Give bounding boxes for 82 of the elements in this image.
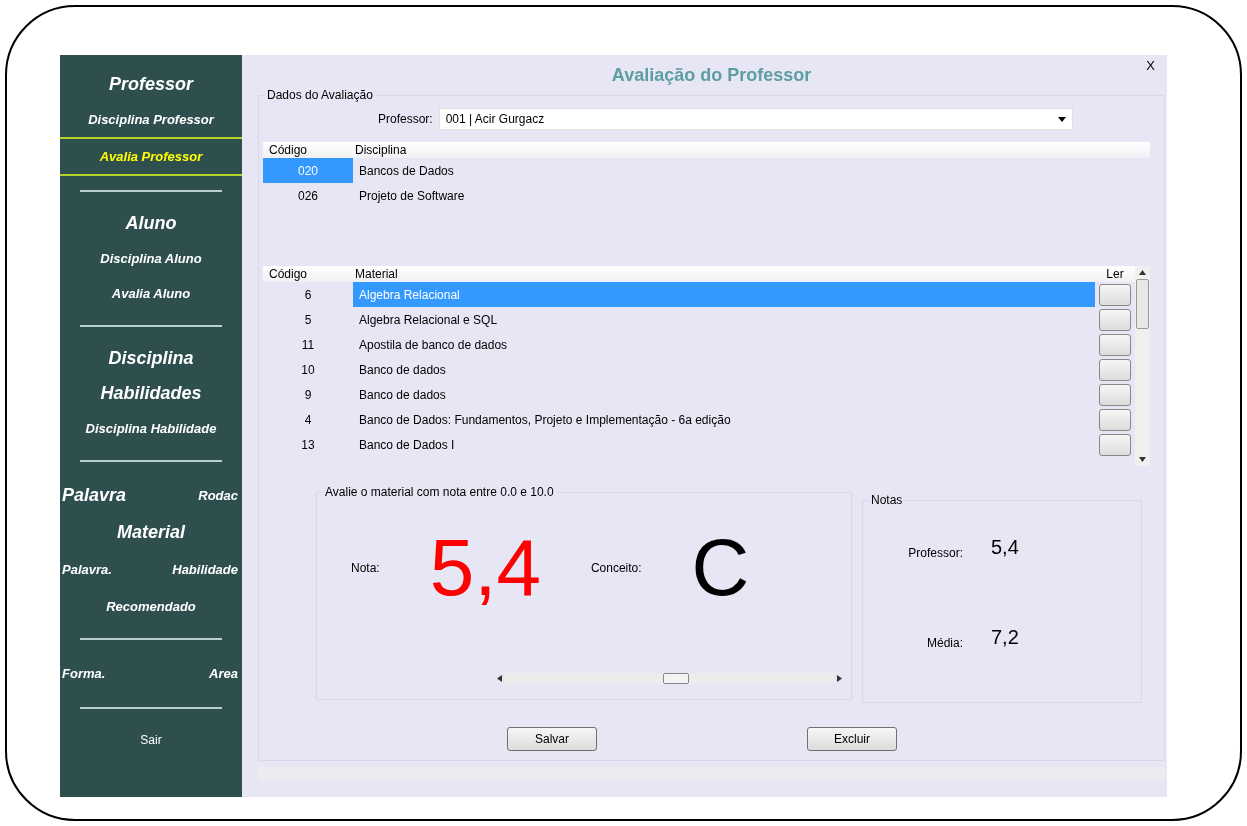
- sidebar-item[interactable]: Disciplina Professor: [60, 102, 242, 137]
- table-cell-text: 13: [300, 437, 316, 452]
- window-title: Avaliação do Professor: [611, 64, 812, 86]
- group-title: Notas: [869, 493, 905, 507]
- group-title: Avalie o material com nota entre 0.0 e 10.0: [323, 485, 556, 499]
- scroll-right-arrow-icon[interactable]: [837, 675, 842, 682]
- slider-thumb[interactable]: [663, 673, 690, 684]
- table-row[interactable]: 026 Projeto de Software: [263, 183, 1150, 208]
- table-row[interactable]: 13 Banco de Dados I: [263, 432, 1135, 457]
- sidebar-item[interactable]: Area: [209, 654, 238, 693]
- table-cell-text: Banco de dados: [358, 386, 447, 404]
- table-cell-text: 026: [297, 187, 319, 205]
- sidebar-item[interactable]: Disciplina Habilidade: [60, 411, 242, 446]
- table-cell-text: Bancos de Dados: [358, 163, 454, 178]
- close-button[interactable]: X: [1140, 57, 1161, 74]
- sidebar-item[interactable]: Palavra: [62, 478, 127, 513]
- sidebar-item[interactable]: Aluno: [60, 206, 242, 241]
- nota-label: Nota:: [351, 561, 380, 575]
- note-label: Média:: [925, 636, 963, 650]
- table-cell-text: Algebra Relacional e SQL: [358, 311, 499, 329]
- table-cell-text: Apostila de banco de dados: [358, 336, 509, 354]
- sidebar-item[interactable]: Material: [60, 515, 242, 550]
- table-cell-text: Projeto de Software: [358, 188, 465, 203]
- scroll-up-arrow-icon[interactable]: [1139, 270, 1146, 275]
- table-row[interactable]: 10 Banco de dados: [263, 357, 1135, 382]
- note-label: Professor:: [907, 546, 963, 560]
- table-row[interactable]: 5 Algebra Relacional e SQL: [263, 307, 1135, 332]
- conceito-label: Conceito:: [590, 561, 642, 575]
- table-cell-text: 4: [303, 412, 313, 427]
- scroll-left-arrow-icon[interactable]: [497, 675, 502, 682]
- sidebar-item[interactable]: Professor: [60, 67, 242, 102]
- sidebar-item[interactable]: Recomendado: [60, 589, 242, 624]
- grade-slider[interactable]: [497, 672, 842, 685]
- column-header: Código: [268, 267, 309, 281]
- table-cell: Algebra Relacional: [353, 282, 1095, 307]
- read-button[interactable]: [1099, 308, 1131, 331]
- sidebar-item[interactable]: Forma.: [62, 654, 106, 693]
- table-cell-text: 10: [300, 362, 316, 377]
- column-header: Código: [268, 143, 309, 157]
- field-label: Professor:: [378, 112, 433, 126]
- read-button[interactable]: [1099, 283, 1131, 306]
- sidebar-item[interactable]: Habilidade: [172, 550, 238, 589]
- read-button[interactable]: [1099, 383, 1131, 406]
- concept-value: C: [691, 522, 750, 614]
- read-button[interactable]: [1099, 408, 1131, 431]
- table-cell-text: 11: [300, 337, 316, 352]
- table-cell-text: 6: [303, 287, 313, 302]
- table-row[interactable]: 11 Apostila de banco de dados: [263, 332, 1135, 357]
- read-button[interactable]: [1099, 358, 1131, 381]
- action-button[interactable]: Salvar: [507, 727, 597, 751]
- table-cell: 020: [263, 158, 353, 183]
- sidebar-item[interactable]: Palavra.: [62, 550, 112, 589]
- table-row[interactable]: 4 Banco de Dados: Fundamentos, Projeto e Implementação - 6a edição: [263, 407, 1135, 432]
- group-title: Dados do Avaliação: [265, 88, 375, 102]
- note-value: 5,4: [991, 536, 1019, 559]
- read-button[interactable]: [1099, 333, 1131, 356]
- table-row[interactable]: 6 Algebra Relacional: [263, 282, 1135, 307]
- sidebar-item[interactable]: Rodac: [198, 476, 238, 515]
- scrollbar-thumb[interactable]: [1136, 279, 1149, 329]
- sidebar-item[interactable]: Sair: [60, 723, 242, 757]
- table-cell-text: Banco de dados: [358, 361, 447, 379]
- grade-value: 5,4: [429, 522, 541, 614]
- sidebar-item[interactable]: Habilidades: [60, 376, 242, 411]
- table-cell-text: 9: [303, 387, 313, 402]
- sidebar-item[interactable]: Disciplina: [60, 341, 242, 376]
- sidebar-item[interactable]: Disciplina Aluno: [60, 241, 242, 276]
- table-row[interactable]: 020 Bancos de Dados: [263, 158, 1150, 183]
- sidebar-item[interactable]: Avalia Aluno: [60, 276, 242, 311]
- read-button[interactable]: [1099, 433, 1131, 456]
- professor-dropdown[interactable]: 001 | Acir Gurgacz: [438, 108, 1073, 130]
- table-cell-text: Banco de Dados: Fundamentos, Projeto e Implementação - 6a edição: [358, 411, 732, 429]
- action-button[interactable]: Excluir: [807, 727, 897, 751]
- table-cell-text: 5: [303, 312, 313, 327]
- dropdown-arrow-icon: [1057, 116, 1066, 122]
- column-header: Material: [354, 267, 399, 281]
- table-cell-text: Banco de Dados I: [358, 436, 456, 454]
- scroll-down-arrow-icon[interactable]: [1139, 457, 1146, 462]
- column-header: Disciplina: [354, 143, 407, 157]
- table-row[interactable]: 9 Banco de dados: [263, 382, 1135, 407]
- vertical-scrollbar[interactable]: [1135, 266, 1150, 466]
- column-header: Ler: [1105, 267, 1125, 281]
- note-value: 7,2: [991, 626, 1019, 649]
